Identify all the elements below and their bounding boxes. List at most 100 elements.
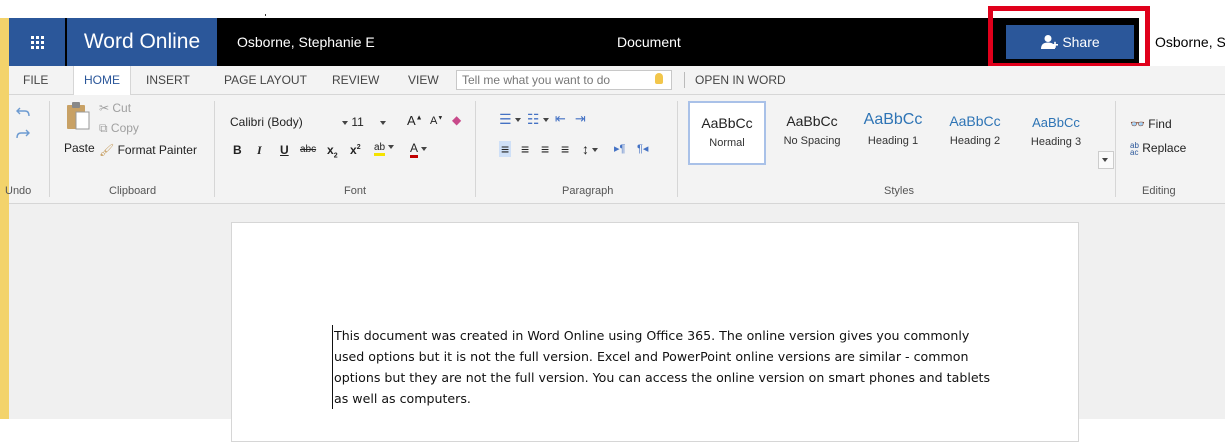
replace-label: Replace (1142, 141, 1187, 155)
share-highlight-box (988, 6, 1150, 68)
font-name-select[interactable]: Calibri (Body) (230, 115, 303, 129)
align-left-icon: ≡ (501, 141, 510, 157)
account-name[interactable]: Osborne, Ste (1139, 18, 1225, 66)
numbering-button[interactable]: ☷ (527, 111, 549, 128)
bold-button[interactable]: B (233, 143, 242, 157)
chevron-down-icon (514, 118, 521, 123)
waffle-icon (30, 35, 44, 49)
style-name: Heading 1 (867, 135, 919, 147)
ltr-icon: ▸¶ (614, 143, 626, 155)
line-spacing-button[interactable]: ↕ (582, 141, 598, 157)
tab-open-in-word[interactable]: OPEN IN WORD (695, 66, 786, 94)
rtl-button[interactable]: ¶◂ (637, 142, 648, 155)
document-body[interactable]: This document was created in Word Online… (332, 325, 991, 409)
chevron-down-icon (380, 120, 387, 125)
editing-group-label: Editing (1142, 185, 1176, 197)
superscript-glyph: x (350, 143, 357, 157)
app-launcher-button[interactable] (9, 18, 65, 66)
chevron-down-icon (592, 148, 598, 153)
subscript-button[interactable]: x2 (327, 143, 338, 159)
cut-label: Cut (112, 101, 132, 115)
font-color-button[interactable]: A (410, 141, 428, 158)
tab-page-layout[interactable]: PAGE LAYOUT (224, 66, 307, 94)
font-size-select[interactable]: 11 (339, 115, 387, 129)
rtl-icon: ¶◂ (637, 143, 649, 155)
copy-button[interactable]: ⧉ Copy (99, 121, 139, 136)
ribbon-tabs: FILE HOME INSERT PAGE LAYOUT REVIEW VIEW… (9, 66, 1225, 95)
align-right-button[interactable]: ≡ (541, 141, 549, 157)
font-name-value: Calibri (Body) (230, 115, 303, 129)
undo-group-label: Undo (5, 185, 32, 197)
grow-font-glyph: A (407, 113, 416, 128)
copy-label: Copy (110, 121, 139, 135)
style-sample: AaBbCc (786, 113, 838, 129)
font-group-label: Font (344, 185, 367, 197)
tab-home[interactable]: HOME (73, 66, 131, 95)
styles-more-button[interactable] (1098, 151, 1114, 169)
clipboard-group-label: Clipboard (109, 185, 157, 197)
tab-file[interactable]: FILE (23, 66, 48, 94)
tab-view[interactable]: VIEW (408, 66, 439, 94)
group-divider (677, 101, 678, 197)
indent-icon: ⇥ (575, 111, 586, 126)
left-accent-bar (0, 18, 9, 419)
bullet-list-icon: ☰ (499, 111, 512, 127)
highlight-glyph: ab (374, 142, 386, 156)
style-sample: AaBbCc (701, 115, 753, 131)
style-name: Heading 2 (949, 135, 1001, 147)
undo-icon[interactable] (16, 105, 30, 117)
underline-button[interactable]: U (280, 143, 289, 157)
tab-review[interactable]: REVIEW (332, 66, 379, 94)
strikethrough-button[interactable]: abc (300, 144, 316, 155)
document-title[interactable]: Document (617, 18, 681, 66)
style-sample: AaBbCc (949, 113, 1001, 129)
find-label: Find (1148, 117, 1172, 131)
redo-icon[interactable] (16, 127, 30, 139)
style-heading-1[interactable]: AaBbCc Heading 1 (854, 101, 932, 165)
lightbulb-icon (655, 73, 663, 84)
bullets-button[interactable]: ☰ (499, 111, 521, 128)
style-no-spacing[interactable]: AaBbCc No Spacing (773, 101, 851, 165)
outdent-icon: ⇤ (555, 111, 566, 126)
chevron-down-icon (1102, 157, 1108, 162)
highlight-color-button[interactable]: ab (374, 142, 395, 156)
decrease-indent-button[interactable]: ⇤ (555, 111, 566, 127)
replace-glyph-bottom: ac (1130, 147, 1139, 157)
group-divider (475, 101, 476, 197)
style-normal[interactable]: AaBbCc Normal (688, 101, 766, 165)
replace-icon: ab ac (1130, 141, 1139, 157)
format-painter-button[interactable]: 🖌 Format Painter (99, 143, 197, 157)
group-divider (214, 101, 215, 197)
group-divider (49, 101, 50, 197)
document-page[interactable]: This document was created in Word Online… (231, 222, 1079, 442)
line-spacing-icon: ↕ (582, 141, 589, 157)
app-name[interactable]: Word Online (67, 18, 217, 66)
tell-me-input[interactable]: Tell me what you want to do (456, 70, 672, 90)
document-canvas: This document was created in Word Online… (9, 204, 1225, 442)
justify-button[interactable]: ≡ (561, 141, 569, 157)
clear-formatting-icon[interactable]: ◆ (452, 113, 461, 127)
align-center-button[interactable]: ≡ (521, 141, 529, 157)
style-heading-2[interactable]: AaBbCc Heading 2 (936, 101, 1014, 165)
paste-button[interactable] (64, 101, 92, 134)
user-name-link[interactable]: Osborne, Stephanie E (237, 18, 375, 66)
title-bar: Word Online Osborne, Stephanie E Documen… (9, 6, 1225, 68)
document-line: options but they are not the full versio… (334, 370, 991, 385)
increase-indent-button[interactable]: ⇥ (575, 111, 586, 127)
align-left-button[interactable]: ≡ (499, 141, 512, 157)
tab-insert[interactable]: INSERT (146, 66, 190, 94)
style-heading-3[interactable]: AaBbCc Heading 3 (1017, 101, 1095, 165)
italic-button[interactable]: I (257, 143, 262, 158)
superscript-button[interactable]: x2 (350, 143, 361, 157)
document-line: This document was created in Word Online… (334, 328, 970, 343)
paintbrush-icon: 🖌 (99, 143, 115, 157)
justify-icon: ≡ (561, 141, 570, 157)
ltr-button[interactable]: ▸¶ (614, 142, 625, 155)
find-button[interactable]: 👓 Find (1130, 117, 1172, 131)
chevron-down-icon (542, 118, 549, 123)
replace-button[interactable]: ab ac Replace (1130, 141, 1186, 156)
clipboard-icon (67, 102, 90, 130)
shrink-font-button[interactable]: A▼ (430, 115, 443, 127)
cut-button[interactable]: ✂ Cut (99, 101, 131, 115)
grow-font-button[interactable]: A▲ (407, 113, 423, 128)
